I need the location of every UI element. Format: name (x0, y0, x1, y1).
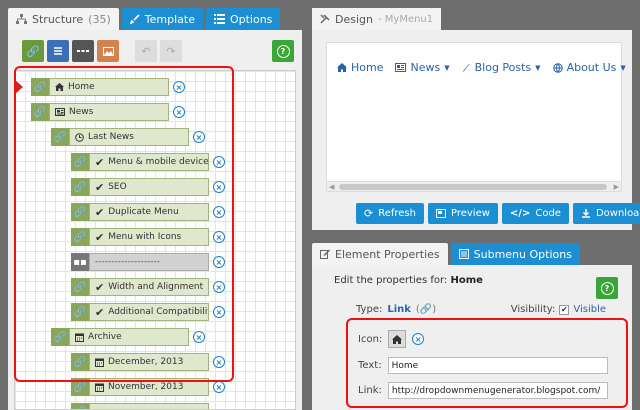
tab-submenu-options[interactable]: Submenu Options (450, 243, 580, 265)
preview-menu-home[interactable]: Home (337, 61, 383, 74)
tab-options[interactable]: Options (205, 8, 281, 30)
design-actions: ⟳ Refresh Preview </> Code Download (356, 203, 640, 224)
edit-properties-heading: Edit the properties for: Home (334, 275, 483, 286)
preview-scrollbar[interactable]: ◀ ▶ (327, 181, 621, 191)
pen-icon (462, 63, 470, 72)
type-row: Type: Link (🔗) (356, 304, 436, 315)
help-icon: ? (600, 281, 614, 295)
refresh-label: Refresh (378, 208, 416, 219)
tab-structure[interactable]: Structure (35) (8, 8, 119, 30)
tab-design[interactable]: Design - MyMenu1 (312, 8, 442, 30)
tab-structure-label: Structure (32, 12, 84, 26)
preview-menu-label: Home (351, 61, 384, 74)
preview-menu-label: About Us (566, 61, 617, 74)
download-label: Download (595, 208, 640, 219)
tab-submenu-options-label: Submenu Options (473, 247, 572, 261)
structure-help-button[interactable]: ? (272, 40, 294, 62)
edit-prefix: Edit the properties for: (334, 275, 448, 286)
calendar-icon (95, 383, 104, 392)
code-label: Code (535, 208, 561, 219)
tab-design-label: Design (335, 12, 373, 26)
visibility-checkbox[interactable]: ✔ (559, 304, 570, 315)
tab-options-label: Options (229, 12, 273, 26)
remove-item-button[interactable]: × (213, 381, 225, 393)
preview-icon (435, 209, 446, 218)
add-image-button[interactable] (97, 40, 119, 62)
chevron-down-icon: ▼ (535, 63, 541, 72)
preview-menu-bar: Home News ▼ Blog Posts ▼ About Us ▼ (337, 61, 626, 74)
tree-item-partial[interactable]: 🔗 (71, 403, 209, 409)
text-lines-icon (54, 47, 62, 55)
type-value: Link (387, 304, 411, 315)
edit-icon (320, 249, 330, 259)
scrollbar-thumb[interactable] (339, 184, 607, 190)
link-icon: (🔗) (415, 304, 437, 315)
image-icon (102, 46, 114, 56)
home-icon (337, 63, 347, 72)
edit-target: Home (450, 275, 483, 286)
properties-tabs: Element Properties Submenu Options (312, 243, 583, 265)
preview-menu-blog-posts[interactable]: Blog Posts ▼ (462, 61, 541, 74)
preview-label: Preview (450, 208, 490, 219)
refresh-icon: ⟳ (364, 207, 374, 220)
redo-icon: ↷ (166, 44, 176, 58)
add-separator-button[interactable] (72, 40, 94, 62)
menu-preview: Home News ▼ Blog Posts ▼ About Us ▼ ◀ ▶ (326, 42, 626, 192)
visibility-row: Visibility: ✔ Visible (511, 304, 606, 315)
refresh-button[interactable]: ⟳ Refresh (356, 203, 424, 224)
brush-icon (129, 14, 140, 24)
properties-help-button[interactable]: ? (596, 277, 618, 299)
undo-icon: ↶ (141, 44, 151, 58)
news-icon (395, 63, 407, 72)
tree-item-label: November, 2013 (108, 382, 184, 392)
highlight-frame (14, 66, 234, 382)
structure-toolbar: 🔗 ↶ ↷ (22, 40, 182, 62)
tab-element-properties-label: Element Properties (335, 247, 440, 261)
structure-count: (35) (88, 12, 111, 26)
scroll-left-icon[interactable]: ◀ (329, 183, 334, 191)
tab-design-sub: - MyMenu1 (377, 13, 434, 25)
tab-template[interactable]: Template (121, 8, 203, 30)
chevron-down-icon: ▼ (620, 63, 626, 72)
download-button[interactable]: Download (572, 203, 640, 224)
code-button[interactable]: </> Code (501, 203, 569, 224)
visibility-value: Visible (573, 304, 606, 315)
redo-button[interactable]: ↷ (160, 40, 182, 62)
tab-element-properties[interactable]: Element Properties (312, 243, 448, 265)
preview-menu-label: News (410, 61, 441, 74)
sitemap-icon (16, 14, 27, 24)
undo-button[interactable]: ↶ (135, 40, 157, 62)
link-icon: 🔗 (26, 44, 40, 58)
design-panel: Home News ▼ Blog Posts ▼ About Us ▼ ◀ ▶ (312, 30, 640, 230)
code-icon: </> (509, 208, 531, 219)
highlight-frame (346, 318, 628, 408)
preview-button[interactable]: Preview (427, 203, 498, 224)
preview-menu-news[interactable]: News ▼ (395, 61, 450, 74)
list-icon (213, 14, 225, 24)
chevron-down-icon: ▼ (444, 63, 450, 72)
tools-icon (320, 14, 330, 24)
globe-icon (552, 62, 563, 73)
help-icon: ? (276, 44, 290, 58)
add-link-button[interactable]: 🔗 (22, 40, 44, 62)
structure-tabs: Structure (35) Template Options (8, 8, 283, 30)
visibility-label: Visibility: (510, 304, 556, 315)
type-label: Type: (356, 304, 383, 315)
preview-menu-label: Blog Posts (474, 61, 532, 74)
separator-icon (77, 50, 89, 52)
link-icon: 🔗 (71, 403, 89, 409)
preview-menu-about-us[interactable]: About Us ▼ (552, 61, 626, 74)
tab-template-label: Template (144, 12, 195, 26)
scroll-right-icon[interactable]: ▶ (614, 183, 619, 191)
submenu-icon (458, 249, 469, 259)
download-icon (581, 208, 590, 218)
add-text-button[interactable] (47, 40, 69, 62)
